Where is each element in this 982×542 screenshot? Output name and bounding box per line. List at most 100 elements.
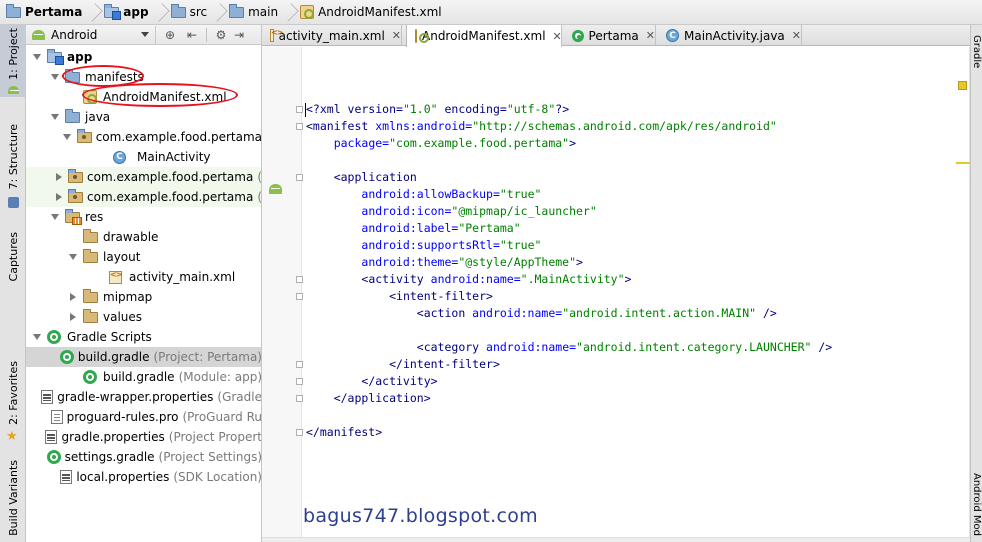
- breadcrumb: Pertama app src main AndroidManifest.xml: [0, 0, 982, 25]
- tree-item-java[interactable]: java: [26, 107, 261, 127]
- breadcrumb-item-src[interactable]: src: [165, 0, 214, 24]
- code-token: "android.intent.category.LAUNCHER": [576, 340, 812, 354]
- tree-item-res[interactable]: res: [26, 207, 261, 227]
- tree-item-mipmap[interactable]: mipmap: [26, 287, 261, 307]
- tree-item-manifests[interactable]: manifests: [26, 67, 261, 87]
- code-line: android:supportsRtl="true": [306, 237, 541, 254]
- horizontal-scrollbar[interactable]: [262, 537, 982, 542]
- tree-item-label: com.example.food.pertama: [87, 170, 254, 184]
- tree-item-label: mipmap: [103, 290, 153, 304]
- tool-tab-captures[interactable]: Captures: [0, 217, 26, 297]
- tab-pertama[interactable]: Pertama ✕: [564, 25, 656, 46]
- fold-marker[interactable]: [296, 378, 303, 385]
- tree-item-label: Gradle Scripts: [67, 330, 152, 344]
- tree-item-label: activity_main.xml: [129, 270, 236, 284]
- tool-tab-label: 2: Favorites: [6, 361, 20, 425]
- folder-icon: [229, 3, 245, 18]
- code-token: android:supportsRtl=: [361, 238, 500, 252]
- fold-marker[interactable]: [296, 106, 303, 113]
- breadcrumb-item-main[interactable]: main: [223, 0, 284, 24]
- tree-item-proguard-rules[interactable]: proguard-rules.pro (ProGuard Ru: [26, 407, 261, 427]
- project-view-select[interactable]: Android: [26, 25, 156, 44]
- tree-item-settings-gradle[interactable]: settings.gradle (Project Settings): [26, 447, 261, 467]
- tree-item-androidmanifest[interactable]: AndroidManifest.xml: [26, 87, 261, 107]
- tree-item-layout[interactable]: layout: [26, 247, 261, 267]
- tree-item-package-android-test[interactable]: com.example.food.pertama (: [26, 167, 261, 187]
- hide-panel-icon[interactable]: ⇥: [231, 27, 247, 43]
- scroll-from-source-icon[interactable]: ⊕: [162, 27, 178, 43]
- fold-marker[interactable]: [296, 361, 303, 368]
- gradle-icon: [47, 330, 61, 344]
- expand-toggle[interactable]: [50, 73, 59, 82]
- code-token: xmlns:android=: [375, 119, 473, 133]
- fold-marker[interactable]: [296, 276, 303, 283]
- close-icon[interactable]: ✕: [646, 29, 655, 42]
- fold-marker[interactable]: [296, 293, 303, 300]
- expand-toggle[interactable]: [68, 293, 77, 302]
- expand-toggle[interactable]: [68, 313, 77, 322]
- tool-tab-android-model[interactable]: Android Mod: [971, 473, 982, 536]
- class-icon: C: [666, 29, 679, 42]
- code-token: <action: [416, 306, 473, 320]
- code-line: </manifest>: [306, 424, 382, 441]
- tab-activity-main[interactable]: activity_main.xml ✕: [262, 25, 402, 46]
- code-line: </activity>: [306, 373, 437, 390]
- gradle-icon: [46, 450, 61, 464]
- fold-marker[interactable]: [296, 123, 303, 130]
- tree-item-local-properties[interactable]: local.properties (SDK Location): [26, 467, 261, 487]
- expand-toggle[interactable]: [56, 193, 62, 202]
- breadcrumb-item-project[interactable]: Pertama: [0, 0, 88, 24]
- expand-toggle[interactable]: [32, 53, 41, 62]
- tree-item-gradle-wrapper[interactable]: gradle-wrapper.properties (Gradle: [26, 387, 261, 407]
- tool-tab-build-variants[interactable]: Build Variants: [0, 455, 26, 540]
- close-icon[interactable]: ✕: [792, 29, 801, 42]
- breadcrumb-separator: [88, 0, 98, 25]
- tab-androidmanifest[interactable]: AndroidManifest.xml ✕: [406, 25, 562, 47]
- tree-item-app[interactable]: app: [26, 47, 261, 67]
- collapse-all-icon[interactable]: ⇤: [184, 27, 200, 43]
- expand-toggle[interactable]: [68, 253, 77, 262]
- fold-marker[interactable]: [296, 395, 303, 402]
- tree-item-package-test[interactable]: com.example.food.pertama (: [26, 187, 261, 207]
- tool-tab-favorites[interactable]: 2: Favorites ★: [0, 355, 26, 445]
- tree-item-values[interactable]: values: [26, 307, 261, 327]
- fold-marker[interactable]: [296, 429, 303, 436]
- xml-file-icon: [270, 28, 281, 42]
- gear-icon[interactable]: ⚙: [213, 27, 229, 43]
- close-icon[interactable]: ✕: [553, 30, 562, 43]
- text-caret: [305, 103, 306, 117]
- code-token: </manifest>: [306, 425, 383, 439]
- expand-toggle[interactable]: [63, 133, 71, 142]
- tree-item-build-gradle-module[interactable]: build.gradle (Module: app): [26, 367, 261, 387]
- tab-mainactivity[interactable]: C MainActivity.java ✕: [658, 25, 802, 46]
- tree-item-gradle-properties[interactable]: gradle.properties (Project Propert: [26, 427, 261, 447]
- properties-file-icon: [41, 390, 54, 404]
- tree-item-activity-main[interactable]: activity_main.xml: [26, 267, 261, 287]
- tree-item-package-main[interactable]: com.example.food.pertama: [26, 127, 261, 147]
- tree-item-mainactivity[interactable]: C MainActivity: [26, 147, 261, 167]
- code-token: "@style/AppTheme": [458, 255, 577, 269]
- breadcrumb-item-manifest[interactable]: AndroidManifest.xml: [294, 0, 448, 24]
- tree-item-drawable[interactable]: drawable: [26, 227, 261, 247]
- folder-icon: [83, 228, 98, 243]
- expand-toggle[interactable]: [50, 213, 59, 222]
- tab-label: activity_main.xml: [278, 28, 385, 43]
- tool-tab-structure[interactable]: 7: Structure: [0, 113, 26, 213]
- tree-item-build-gradle-project[interactable]: build.gradle (Project: Pertama): [26, 347, 261, 367]
- tool-tab-gradle[interactable]: Gradle: [971, 35, 982, 68]
- fold-marker[interactable]: [296, 174, 303, 181]
- code-area[interactable]: <?xml version="1.0" encoding="utf-8"?> <m…: [296, 47, 970, 542]
- expand-toggle[interactable]: [56, 173, 62, 182]
- tree-item-label: gradle.properties: [61, 430, 165, 444]
- expand-toggle[interactable]: [32, 333, 41, 342]
- code-token: android:icon=: [361, 204, 452, 218]
- expand-toggle[interactable]: [50, 113, 59, 122]
- code-token: android:name=: [472, 306, 563, 320]
- tool-tab-project[interactable]: 1: Project: [0, 25, 26, 97]
- close-icon[interactable]: ✕: [392, 29, 401, 42]
- tree-item-gradle-scripts[interactable]: Gradle Scripts: [26, 327, 261, 347]
- breadcrumb-item-app[interactable]: app: [98, 0, 154, 24]
